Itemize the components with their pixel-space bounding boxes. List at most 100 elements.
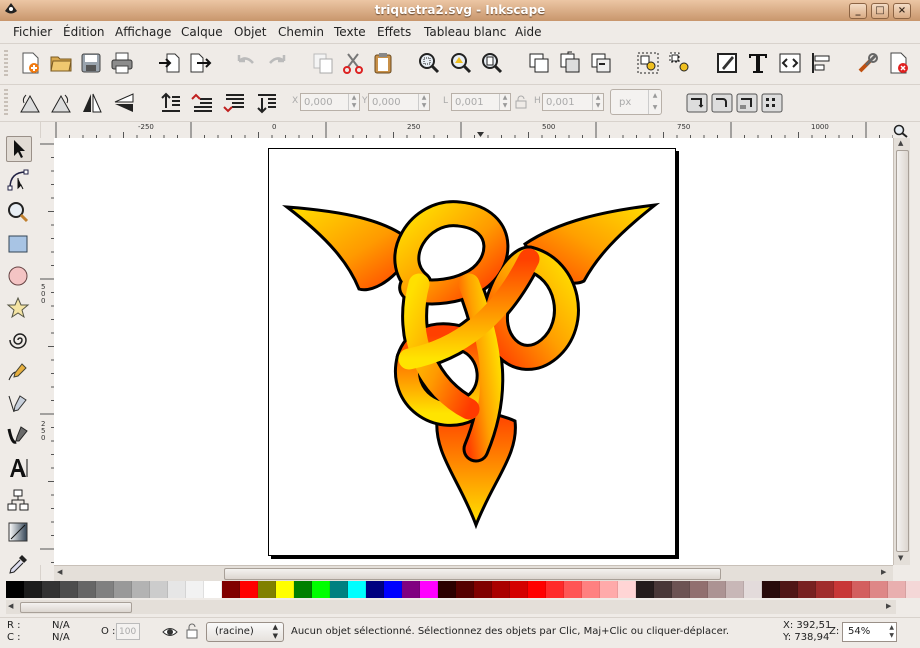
raise-to-top-icon[interactable]	[158, 91, 182, 115]
x-spinbox[interactable]: 0,000 ▲ ▼	[300, 93, 360, 111]
maximize-button[interactable]: □	[871, 3, 889, 19]
color-swatch[interactable]	[780, 581, 798, 598]
vertical-scroll-thumb[interactable]	[896, 150, 909, 552]
cut-icon[interactable]	[341, 51, 365, 75]
drawing-canvas[interactable]	[54, 138, 893, 565]
color-swatch[interactable]	[690, 581, 708, 598]
menu-text[interactable]: Texte	[334, 25, 366, 39]
color-swatch[interactable]	[816, 581, 834, 598]
calligraphy-tool[interactable]	[6, 424, 32, 450]
close-button[interactable]: ×	[893, 3, 911, 19]
opacity-spinbox[interactable]: 100	[116, 623, 140, 640]
toolbar-grip[interactable]	[4, 89, 8, 117]
y-spinbox[interactable]: 0,000 ▲ ▼	[368, 93, 430, 111]
horizontal-scroll-thumb[interactable]	[224, 568, 721, 580]
ellipse-tool[interactable]	[6, 264, 32, 290]
xml-editor-icon[interactable]	[778, 51, 802, 75]
color-swatch[interactable]	[132, 581, 150, 598]
triquetra-drawing[interactable]	[269, 149, 675, 555]
color-swatch[interactable]	[600, 581, 618, 598]
color-swatch[interactable]	[528, 581, 546, 598]
copy-icon[interactable]	[311, 51, 335, 75]
color-swatch[interactable]	[672, 581, 690, 598]
palette-scroll-right[interactable]: ▶	[886, 602, 891, 610]
zoom-input[interactable]: 54% ▲ ▼	[842, 622, 897, 642]
color-swatch[interactable]	[546, 581, 564, 598]
document-properties-icon[interactable]	[887, 51, 911, 75]
undo-icon[interactable]	[234, 51, 258, 75]
zoom-drawing-icon[interactable]	[449, 51, 473, 75]
zoom-corner-icon[interactable]	[893, 124, 909, 138]
text-font-icon[interactable]	[746, 51, 770, 75]
horizontal-scrollbar[interactable]: ◀ ▶	[54, 565, 893, 581]
color-swatch[interactable]	[384, 581, 402, 598]
menu-object[interactable]: Objet	[234, 25, 266, 39]
color-swatch[interactable]	[222, 581, 240, 598]
color-swatch[interactable]	[24, 581, 42, 598]
color-swatch[interactable]	[42, 581, 60, 598]
zoom-spin-arrows[interactable]: ▲ ▼	[889, 624, 894, 640]
menu-whiteboard[interactable]: Tableau blanc	[424, 25, 506, 39]
palette-scroll-left[interactable]: ◀	[8, 602, 13, 610]
redo-icon[interactable]	[265, 51, 289, 75]
color-swatch[interactable]	[744, 581, 762, 598]
stroke-value[interactable]: N/A	[52, 632, 70, 643]
new-document-icon[interactable]	[18, 51, 42, 75]
spin-arrows[interactable]: ▲ ▼	[348, 94, 359, 110]
color-swatch[interactable]	[186, 581, 204, 598]
select-tool[interactable]	[6, 136, 32, 162]
duplicate-icon[interactable]	[527, 51, 551, 75]
lower-icon[interactable]	[222, 91, 246, 115]
color-swatch[interactable]	[492, 581, 510, 598]
eye-visibility-icon[interactable]	[162, 625, 178, 639]
color-swatch[interactable]	[312, 581, 330, 598]
clone-icon[interactable]	[558, 51, 582, 75]
palette-scrollbar[interactable]: ◀ ▶	[6, 600, 896, 614]
save-icon[interactable]	[79, 51, 103, 75]
color-swatch[interactable]	[852, 581, 870, 598]
color-swatch[interactable]	[204, 581, 222, 598]
color-swatch[interactable]	[6, 581, 24, 598]
transform-patterns-icon[interactable]	[760, 91, 784, 115]
color-swatch[interactable]	[258, 581, 276, 598]
color-swatch[interactable]	[654, 581, 672, 598]
minimize-button[interactable]: _	[849, 3, 867, 19]
export-icon[interactable]	[188, 51, 212, 75]
color-swatch[interactable]	[330, 581, 348, 598]
lower-to-bottom-icon[interactable]	[254, 91, 278, 115]
color-swatch[interactable]	[78, 581, 96, 598]
flip-horizontal-icon[interactable]	[80, 91, 104, 115]
rotate-ccw-icon[interactable]	[18, 91, 42, 115]
color-swatch[interactable]	[348, 581, 366, 598]
flip-vertical-icon[interactable]	[112, 91, 136, 115]
connector-tool[interactable]	[6, 488, 32, 514]
fill-stroke-icon[interactable]	[715, 51, 739, 75]
gradient-tool[interactable]	[6, 520, 32, 546]
star-tool[interactable]	[6, 296, 32, 322]
palette-scroll-thumb[interactable]	[20, 602, 132, 613]
color-swatch[interactable]	[438, 581, 456, 598]
color-swatch[interactable]	[798, 581, 816, 598]
padlock-icon[interactable]	[185, 623, 199, 639]
unlink-clone-icon[interactable]	[589, 51, 613, 75]
color-swatch[interactable]	[582, 581, 600, 598]
spin-arrows[interactable]: ▲ ▼	[499, 94, 510, 110]
color-swatch[interactable]	[150, 581, 168, 598]
color-swatch[interactable]	[726, 581, 744, 598]
rotate-cw-icon[interactable]	[49, 91, 73, 115]
text-tool[interactable]	[6, 456, 32, 482]
transform-corners-icon[interactable]	[710, 91, 734, 115]
pencil-tool[interactable]	[6, 360, 32, 386]
height-spinbox[interactable]: 0,001 ▲ ▼	[542, 93, 604, 111]
open-folder-icon[interactable]	[49, 51, 73, 75]
color-swatch[interactable]	[96, 581, 114, 598]
color-swatch[interactable]	[456, 581, 474, 598]
color-swatch[interactable]	[402, 581, 420, 598]
scroll-up-arrow[interactable]: ▲	[898, 139, 903, 147]
vertical-ruler[interactable]: 5 0 0 2 5 0	[40, 138, 55, 565]
color-swatch[interactable]	[366, 581, 384, 598]
menu-path[interactable]: Chemin	[278, 25, 324, 39]
paste-icon[interactable]	[371, 51, 395, 75]
color-swatch[interactable]	[294, 581, 312, 598]
layer-dropdown[interactable]: (racine) ▲ ▼	[206, 622, 284, 642]
